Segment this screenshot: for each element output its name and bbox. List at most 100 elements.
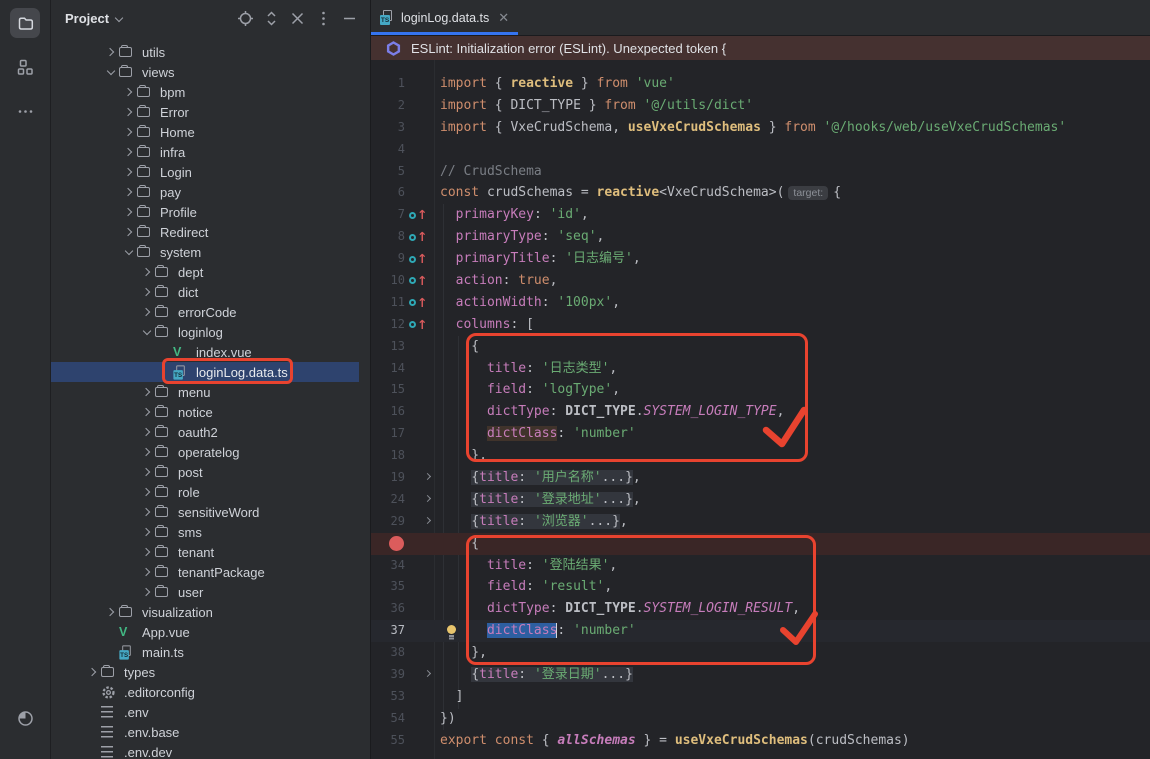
tree-item-pay[interactable]: pay <box>51 182 370 202</box>
fold-collapsed-icon[interactable] <box>405 467 434 489</box>
fold-collapsed-icon[interactable] <box>405 664 434 686</box>
chevron-right-icon[interactable] <box>121 142 137 162</box>
tree-item-role[interactable]: role <box>51 482 370 502</box>
chevron-right-icon[interactable] <box>139 302 155 322</box>
close-icon[interactable]: ✕ <box>498 10 509 26</box>
code-line-37[interactable]: 37 dictClass: 'number' <box>371 620 1150 642</box>
chevron-right-icon[interactable] <box>85 662 101 682</box>
observable-property-icon[interactable]: ↑ <box>405 314 434 336</box>
code-line-54[interactable]: 54}) <box>371 708 1150 730</box>
tree-item-errorCode[interactable]: errorCode <box>51 302 370 322</box>
tree-item-utils[interactable]: utils <box>51 42 370 62</box>
chevron-right-icon[interactable] <box>103 42 119 62</box>
tree-item-notice[interactable]: notice <box>51 402 370 422</box>
project-panel-title[interactable]: Project <box>65 11 109 26</box>
code-line-14[interactable]: 14 title: '日志类型', <box>371 358 1150 380</box>
tree-item-sensitiveWord[interactable]: sensitiveWord <box>51 502 370 522</box>
code-line-12[interactable]: 12↑ columns: [ <box>371 314 1150 336</box>
tree-item-.env[interactable]: .env <box>51 702 370 722</box>
chevron-right-icon[interactable] <box>121 222 137 242</box>
tree-item-infra[interactable]: infra <box>51 142 370 162</box>
code-line-7[interactable]: 7↑ primaryKey: 'id', <box>371 204 1150 226</box>
code-line-8[interactable]: 8↑ primaryType: 'seq', <box>371 226 1150 248</box>
tree-item-bpm[interactable]: bpm <box>51 82 370 102</box>
tree-item-.env.dev[interactable]: .env.dev <box>51 742 370 759</box>
tree-item-user[interactable]: user <box>51 582 370 602</box>
observable-property-icon[interactable]: ↑ <box>405 292 434 314</box>
collapse-all-icon[interactable] <box>286 7 308 29</box>
tree-item-Home[interactable]: Home <box>51 122 370 142</box>
code-line-53[interactable]: 53 ] <box>371 686 1150 708</box>
chevron-right-icon[interactable] <box>103 602 119 622</box>
code-line-6[interactable]: 6const crudSchemas = reactive<VxeCrudSch… <box>371 182 1150 204</box>
chevron-right-icon[interactable] <box>139 582 155 602</box>
observable-property-icon[interactable]: ↑ <box>405 270 434 292</box>
code-line-5[interactable]: 5// CrudSchema <box>371 161 1150 183</box>
code-line-55[interactable]: 55export const { allSchemas } = useVxeCr… <box>371 730 1150 752</box>
tab-loginlog-data-ts[interactable]: TS loginLog.data.ts ✕ <box>371 0 518 35</box>
tree-item-tenantPackage[interactable]: tenantPackage <box>51 562 370 582</box>
locate-file-icon[interactable] <box>234 7 256 29</box>
tree-item-system[interactable]: system <box>51 242 370 262</box>
code-line-24[interactable]: 24 {title: '登录地址'...}, <box>371 489 1150 511</box>
tree-item-loginlog[interactable]: loginlog <box>51 322 370 342</box>
code-line-3[interactable]: 3import { VxeCrudSchema, useVxeCrudSchem… <box>371 117 1150 139</box>
code-line-1[interactable]: 1import { reactive } from 'vue' <box>371 73 1150 95</box>
tree-item-types[interactable]: types <box>51 662 370 682</box>
chevron-right-icon[interactable] <box>121 182 137 202</box>
tree-item-main.ts[interactable]: TSmain.ts <box>51 642 370 662</box>
fold-collapsed-icon[interactable] <box>405 511 434 533</box>
structure-icon[interactable] <box>10 52 40 82</box>
chevron-down-icon[interactable] <box>103 62 119 82</box>
chevron-right-icon[interactable] <box>139 562 155 582</box>
code-editor[interactable]: 1import { reactive } from 'vue'2import {… <box>371 60 1150 759</box>
chevron-down-icon[interactable] <box>139 322 155 342</box>
tree-item-.editorconfig[interactable]: .editorconfig <box>51 682 370 702</box>
code-line-2[interactable]: 2import { DICT_TYPE } from '@/utils/dict… <box>371 95 1150 117</box>
more-tool-windows-icon[interactable] <box>10 96 40 126</box>
code-line-10[interactable]: 10↑ action: true, <box>371 270 1150 292</box>
chevron-right-icon[interactable] <box>121 162 137 182</box>
observable-property-icon[interactable]: ↑ <box>405 248 434 270</box>
tree-item-Login[interactable]: Login <box>51 162 370 182</box>
chevron-right-icon[interactable] <box>139 522 155 542</box>
chevron-right-icon[interactable] <box>139 262 155 282</box>
observable-property-icon[interactable]: ↑ <box>405 204 434 226</box>
code-line-18[interactable]: 18 }, <box>371 445 1150 467</box>
tree-item-visualization[interactable]: visualization <box>51 602 370 622</box>
code-line-38[interactable]: 38 }, <box>371 642 1150 664</box>
chevron-right-icon[interactable] <box>139 542 155 562</box>
code-line-35[interactable]: 35 field: 'result', <box>371 576 1150 598</box>
chevron-right-icon[interactable] <box>139 382 155 402</box>
tree-item-oauth2[interactable]: oauth2 <box>51 422 370 442</box>
code-line-19[interactable]: 19 {title: '用户名称'...}, <box>371 467 1150 489</box>
code-line-16[interactable]: 16 dictType: DICT_TYPE.SYSTEM_LOGIN_TYPE… <box>371 401 1150 423</box>
observable-property-icon[interactable]: ↑ <box>405 226 434 248</box>
chevron-right-icon[interactable] <box>121 102 137 122</box>
chevron-down-icon[interactable] <box>121 242 137 262</box>
fold-collapsed-icon[interactable] <box>405 489 434 511</box>
tree-item-loginLog.data.ts[interactable]: TSloginLog.data.ts <box>51 362 370 382</box>
tree-item-index.vue[interactable]: Vindex.vue <box>51 342 370 362</box>
code-line-13[interactable]: 13 { <box>371 336 1150 358</box>
code-line-9[interactable]: 9↑ primaryTitle: '日志编号', <box>371 248 1150 270</box>
chevron-right-icon[interactable] <box>139 502 155 522</box>
code-line-39[interactable]: 39 {title: '登录日期'...} <box>371 664 1150 686</box>
expand-all-icon[interactable] <box>260 7 282 29</box>
tree-item-.env.base[interactable]: .env.base <box>51 722 370 742</box>
tree-item-Profile[interactable]: Profile <box>51 202 370 222</box>
chevron-right-icon[interactable] <box>121 202 137 222</box>
chevron-right-icon[interactable] <box>139 402 155 422</box>
project-folder-icon[interactable] <box>10 8 40 38</box>
chevron-right-icon[interactable] <box>139 282 155 302</box>
tree-item-menu[interactable]: menu <box>51 382 370 402</box>
options-menu-icon[interactable] <box>312 7 334 29</box>
chevron-right-icon[interactable] <box>139 462 155 482</box>
tree-item-sms[interactable]: sms <box>51 522 370 542</box>
tree-item-Error[interactable]: Error <box>51 102 370 122</box>
code-line-breakpoint[interactable]: { <box>371 533 1150 555</box>
code-line-4[interactable]: 4 <box>371 139 1150 161</box>
tree-item-Redirect[interactable]: Redirect <box>51 222 370 242</box>
chevron-right-icon[interactable] <box>139 442 155 462</box>
tree-item-post[interactable]: post <box>51 462 370 482</box>
